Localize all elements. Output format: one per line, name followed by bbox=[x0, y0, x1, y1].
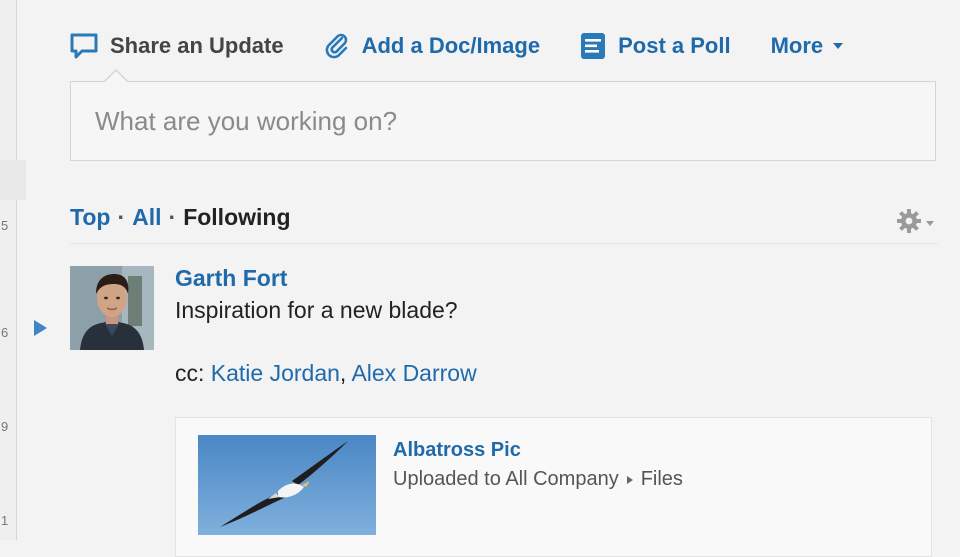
filter-top[interactable]: Top bbox=[70, 204, 110, 231]
feed-filters: Top · All · Following bbox=[70, 204, 291, 231]
poll-list-icon bbox=[580, 32, 606, 60]
composer-pointer-fill bbox=[105, 71, 127, 82]
attachment-title-link[interactable]: Albatross Pic bbox=[393, 439, 521, 462]
tab-more[interactable]: More bbox=[771, 33, 844, 59]
filter-all[interactable]: All bbox=[132, 204, 161, 231]
tab-post-poll[interactable]: Post a Poll bbox=[580, 32, 731, 60]
gutter-number: 6 bbox=[1, 325, 9, 340]
tab-more-label: More bbox=[770, 33, 824, 58]
cc-person-link[interactable]: Alex Darrow bbox=[351, 360, 476, 386]
selected-post-marker bbox=[34, 320, 47, 336]
attachment-card: Albatross Pic Uploaded to All Company Fi… bbox=[175, 417, 932, 557]
left-gutter: 5 6 9 1 bbox=[0, 0, 26, 540]
attachment-meta: Uploaded to All Company Files bbox=[393, 468, 683, 491]
gear-icon bbox=[896, 208, 922, 239]
filter-separator: · bbox=[168, 204, 177, 230]
feed-settings-button[interactable] bbox=[896, 208, 934, 239]
chevron-down-icon bbox=[926, 221, 934, 226]
tab-add-doc-image[interactable]: Add a Doc/Image bbox=[324, 32, 540, 60]
publisher-tabs: Share an Update Add a Doc/Image Post a P… bbox=[70, 26, 844, 66]
paperclip-icon bbox=[324, 32, 350, 60]
tab-share-update[interactable]: Share an Update bbox=[70, 33, 284, 59]
divider bbox=[70, 243, 938, 244]
filter-separator: · bbox=[117, 204, 126, 230]
update-input[interactable] bbox=[71, 82, 935, 160]
gutter-number: 5 bbox=[1, 218, 9, 233]
post-cc-line: cc: Katie Jordan, Alex Darrow bbox=[175, 360, 477, 387]
cc-separator: , bbox=[339, 360, 347, 386]
gutter-number: 1 bbox=[1, 513, 9, 528]
avatar[interactable] bbox=[70, 266, 154, 350]
chevron-down-icon bbox=[833, 43, 844, 49]
speech-bubble-icon bbox=[70, 33, 98, 59]
cc-label: cc: bbox=[175, 360, 205, 386]
gutter-band bbox=[0, 160, 26, 200]
composer-box bbox=[70, 69, 936, 161]
attachment-thumbnail[interactable] bbox=[198, 435, 376, 535]
tab-add-doc-image-label: Add a Doc/Image bbox=[361, 33, 541, 58]
tab-share-update-label: Share an Update bbox=[110, 33, 284, 58]
filter-following[interactable]: Following bbox=[183, 204, 290, 231]
gutter-number: 9 bbox=[1, 419, 9, 434]
tab-post-poll-label: Post a Poll bbox=[618, 33, 731, 58]
attachment-folder: Files bbox=[640, 468, 683, 490]
post-body: Inspiration for a new blade? bbox=[175, 297, 458, 323]
post-author-link[interactable]: Garth Fort bbox=[175, 265, 287, 292]
breadcrumb-arrow-icon bbox=[626, 475, 633, 484]
cc-person-link[interactable]: Katie Jordan bbox=[211, 360, 340, 386]
attachment-group: Uploaded to All Company bbox=[393, 468, 619, 490]
